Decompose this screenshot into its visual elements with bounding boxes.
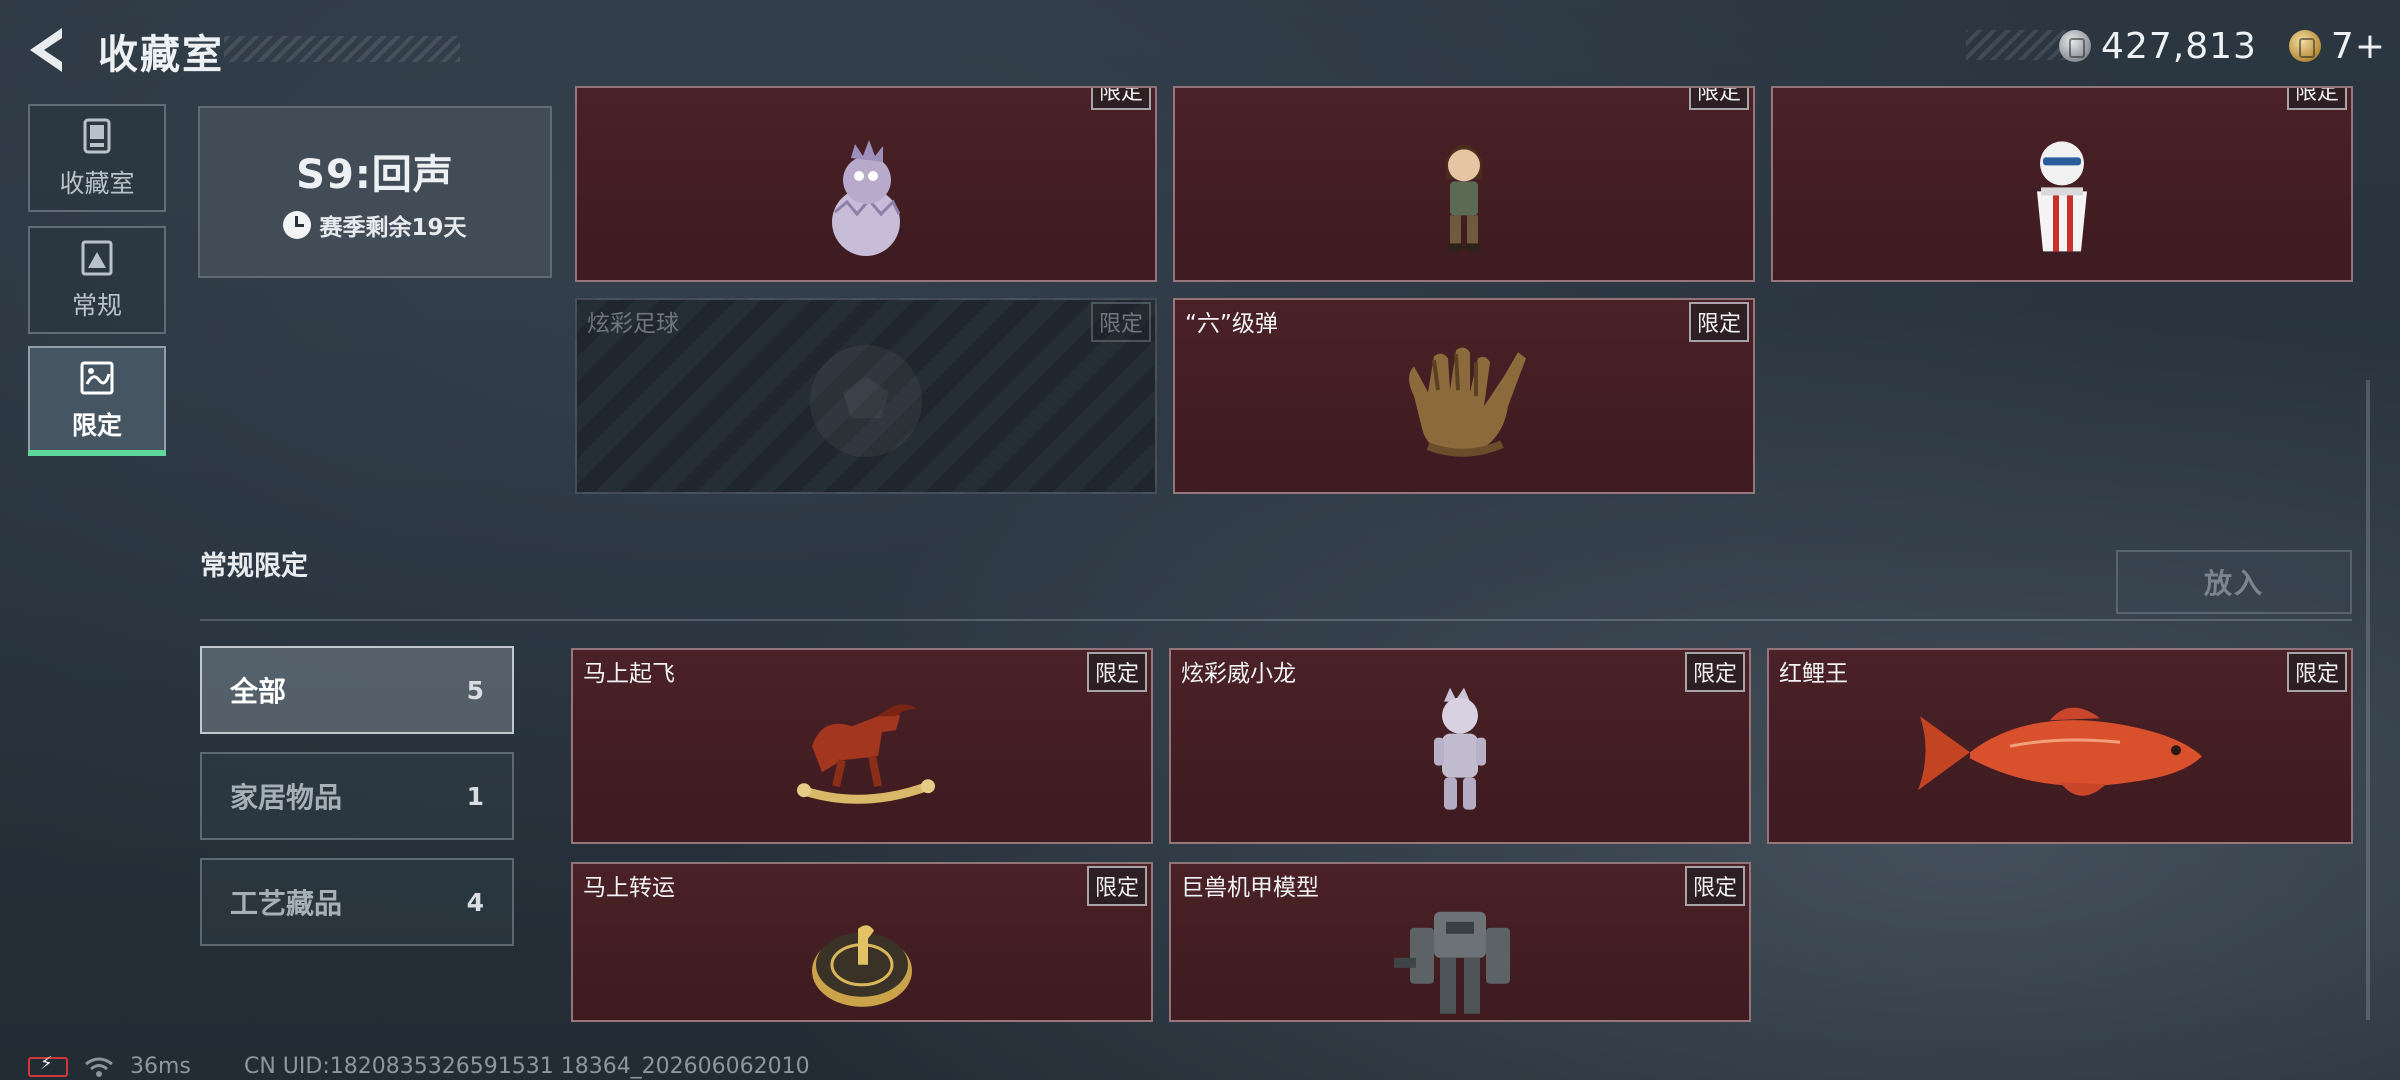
limited-badge: 限定	[2286, 88, 2347, 110]
item-card-limited-1[interactable]: 限定	[1173, 86, 1755, 282]
ping-value: 36ms	[130, 1054, 191, 1079]
item-card-mecha[interactable]: 巨兽机甲模型 限定	[1169, 862, 1751, 1022]
uid-text: CN UID:1820835326591531 18364_2026060620…	[244, 1054, 810, 1079]
item-name: 巨兽机甲模型	[1181, 875, 1319, 901]
picture-frame-icon	[81, 240, 113, 276]
limited-badge: 限定	[1090, 88, 1151, 110]
wifi-icon	[85, 1057, 113, 1077]
filter-label: 全部	[230, 675, 287, 708]
back-button[interactable]	[24, 24, 76, 76]
fortune-wheel-art	[812, 925, 912, 1007]
adventurer-figure-art	[1446, 144, 1482, 252]
status-bar: 36ms	[28, 1053, 191, 1079]
sidebar-item-collection[interactable]: 收藏室	[28, 104, 166, 212]
item-name: 红鲤王	[1779, 661, 1848, 687]
rocking-horse-art	[797, 704, 935, 804]
active-indicator	[28, 450, 166, 456]
sidebar-item-label: 限定	[71, 411, 122, 440]
mecha-model-art	[1394, 911, 1510, 1014]
season-card: S9:回声 赛季剩余19天	[198, 106, 552, 278]
title-decoration	[224, 36, 460, 62]
item-card-limited-2[interactable]: 限定	[1771, 86, 2353, 282]
season-remaining: 赛季剩余19天	[283, 208, 467, 242]
limited-frame-icon	[80, 361, 114, 395]
limited-badge: 限定	[2286, 652, 2347, 692]
filter-label: 家居物品	[230, 781, 343, 814]
egg-figure-art	[832, 140, 901, 256]
item-card-carp[interactable]: 红鲤王 限定	[1767, 648, 2353, 844]
sidebar-item-label: 常规	[71, 291, 122, 320]
limited-badge: 限定	[1086, 866, 1147, 906]
limited-badge: 限定	[1086, 652, 1147, 692]
bucket-figure-art	[2037, 141, 2087, 252]
sidebar-item-regular[interactable]: 常规	[28, 226, 166, 334]
clock-icon	[283, 211, 312, 239]
season-remaining-text: 赛季剩余19天	[319, 215, 467, 241]
filter-crafts[interactable]: 工艺藏品 4	[200, 858, 514, 946]
season-title: S9:回声	[296, 152, 454, 198]
currency-bar: 427,813 7+	[1966, 25, 2386, 67]
item-card-horse-fortune[interactable]: 马上转运 限定	[571, 862, 1153, 1022]
currency-decoration	[1966, 30, 2066, 60]
filter-label: 工艺藏品	[230, 887, 343, 920]
limited-badge: 限定	[1688, 88, 1749, 110]
filter-all[interactable]: 全部 5	[200, 646, 514, 734]
gold-currency-value[interactable]: 7+	[2331, 26, 2386, 67]
item-name: “六”级弹	[1185, 311, 1278, 337]
football-silhouette-art	[810, 345, 922, 458]
scrollbar[interactable]	[2366, 380, 2370, 1020]
sidebar-item-limited[interactable]: 限定	[28, 346, 166, 456]
red-carp-art	[1918, 707, 2202, 796]
limited-badge: 限定	[1090, 302, 1151, 342]
silver-currency-value: 427,813	[2101, 25, 2257, 67]
section-divider	[200, 619, 2352, 621]
filter-count: 5	[466, 675, 484, 705]
item-name: 炫彩足球	[587, 311, 679, 337]
item-name: 炫彩威小龙	[1181, 661, 1296, 687]
item-card-horse-fly[interactable]: 马上起飞 限定	[571, 648, 1153, 844]
page-title: 收藏室	[98, 32, 224, 78]
filter-count: 4	[466, 887, 484, 917]
filter-count: 1	[466, 781, 484, 811]
gold-coin-icon	[2288, 30, 2321, 62]
limited-badge: 限定	[1684, 866, 1745, 906]
trophy-case-icon	[83, 118, 111, 154]
dragon-figure-art	[1434, 687, 1486, 810]
back-arrow-icon	[30, 28, 62, 72]
filter-home-items[interactable]: 家居物品 1	[200, 752, 514, 840]
sidebar-item-label: 收藏室	[59, 169, 135, 198]
item-name: 马上起飞	[583, 661, 675, 687]
silver-coin-icon	[2059, 30, 2092, 62]
item-card-dragon[interactable]: 炫彩威小龙 限定	[1169, 648, 1751, 844]
bullet-hand-art	[1409, 347, 1526, 457]
item-name: 马上转运	[583, 875, 675, 901]
item-card-limited-0[interactable]: 限定	[575, 86, 1157, 282]
battery-charging-icon	[28, 1053, 68, 1077]
item-card-hand[interactable]: “六”级弹 限定	[1173, 298, 1755, 494]
put-in-button[interactable]: 放入	[2116, 550, 2352, 614]
limited-badge: 限定	[1688, 302, 1749, 342]
section-title: 常规限定	[200, 551, 308, 582]
item-card-locked[interactable]: 炫彩足球 限定	[575, 298, 1157, 494]
limited-badge: 限定	[1684, 652, 1745, 692]
